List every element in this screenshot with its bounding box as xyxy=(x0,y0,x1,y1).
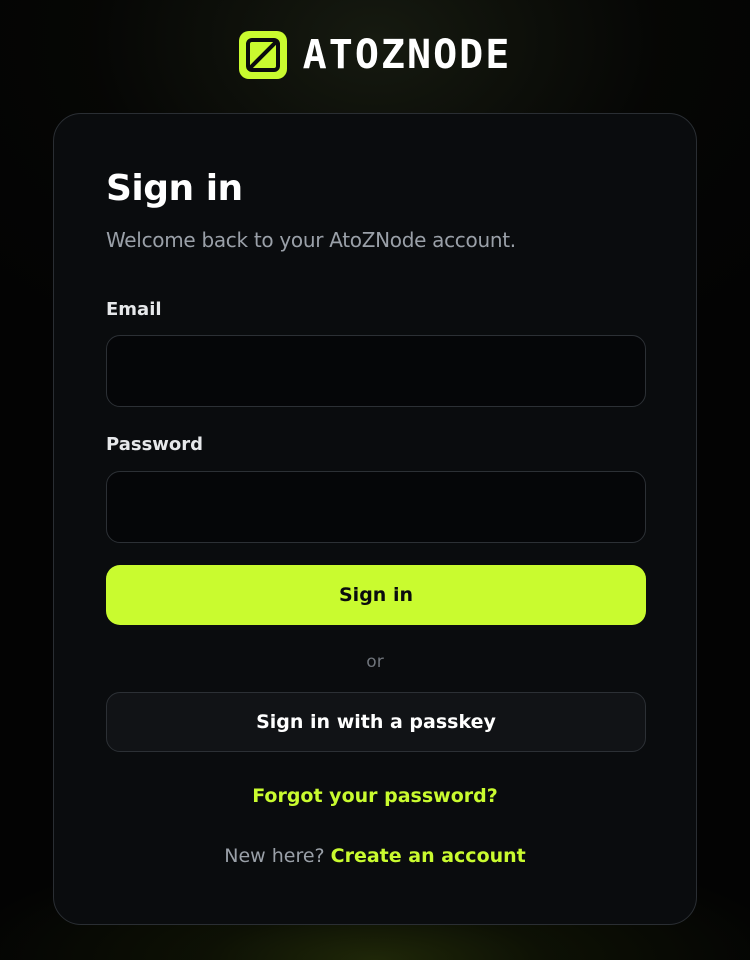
signup-prompt-text: New here? xyxy=(224,845,331,867)
or-divider: or xyxy=(366,652,384,672)
create-account-link[interactable]: Create an account xyxy=(331,845,526,867)
page-subtitle: Welcome back to your AtoZNode account. xyxy=(106,228,516,252)
logo-glyph-icon xyxy=(245,38,280,72)
sign-in-card: Sign in Welcome back to your AtoZNode ac… xyxy=(53,113,697,925)
signup-prompt: New here? Create an account xyxy=(54,845,696,867)
forgot-password-link[interactable]: Forgot your password? xyxy=(54,785,696,807)
email-field[interactable] xyxy=(106,335,646,407)
password-field[interactable] xyxy=(106,471,646,543)
atoznode-logo-icon xyxy=(238,31,287,79)
brand-header: ATOZNODE xyxy=(0,30,750,80)
page-title: Sign in xyxy=(106,168,243,209)
password-label: Password xyxy=(106,434,204,455)
brand-name: ATOZNODE xyxy=(302,32,512,78)
sign-in-button[interactable]: Sign in xyxy=(106,565,646,625)
email-label: Email xyxy=(106,299,162,320)
passkey-sign-in-button[interactable]: Sign in with a passkey xyxy=(106,692,646,752)
